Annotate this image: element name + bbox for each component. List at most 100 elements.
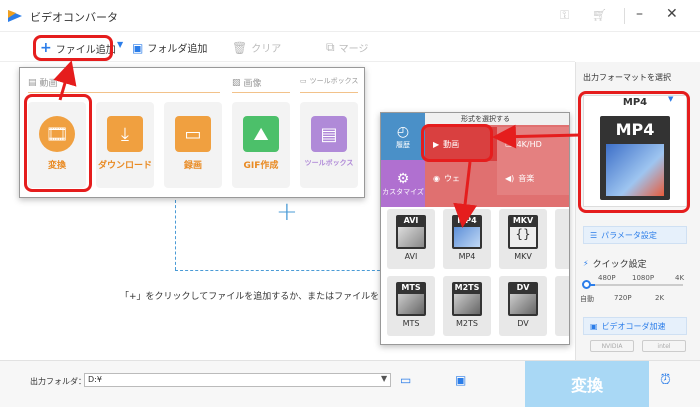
alarm-clock-icon[interactable]: ⏰︎ xyxy=(660,372,671,388)
add-plus-icon[interactable]: + xyxy=(276,197,298,227)
add-folder-label: フォルダ追加 xyxy=(147,44,208,55)
format-m2ts[interactable]: M2TS M2TS xyxy=(443,276,491,336)
bolt-icon: ⚡ xyxy=(583,259,589,268)
category-music-label: 音楽 xyxy=(518,173,535,183)
dv-badge-icon: DV xyxy=(508,282,538,316)
customize-tab[interactable]: ⚙ カスタマイズ xyxy=(381,160,425,207)
highlight-box xyxy=(24,94,92,192)
m2ts-badge-text: M2TS xyxy=(454,283,480,292)
clear-button[interactable]: 🗑︎ クリア xyxy=(232,40,282,56)
section-toolbox: ▭ ツールボックス xyxy=(300,76,358,86)
history-label: 履歴 xyxy=(396,140,410,149)
tile-toolbox[interactable]: ▤ ツールボックス xyxy=(300,102,358,188)
parameter-settings-label: パラメータ設定 xyxy=(601,230,657,240)
m2ts-label: M2TS xyxy=(456,319,478,328)
toolbox-icon: ▤ xyxy=(311,116,347,152)
merge-icon: ⧉ xyxy=(326,40,335,54)
history-tab[interactable]: ◴ 履歴 xyxy=(381,113,425,160)
speaker-icon: ◀) xyxy=(505,173,515,183)
section-image-label: 画像 xyxy=(243,79,262,89)
app-logo-icon xyxy=(8,10,22,22)
history-icon: ◴ xyxy=(396,123,410,140)
nvidia-label: NVIDIA xyxy=(601,342,623,350)
format-mkv[interactable]: MKV{} MKV xyxy=(499,209,547,269)
minimize-icon[interactable]: – xyxy=(636,6,643,22)
clear-label: クリア xyxy=(251,44,282,55)
category-4khd-label: 4K/HD xyxy=(516,139,542,149)
output-folder-field[interactable]: D:¥ xyxy=(84,373,391,387)
dv-badge-text: DV xyxy=(516,283,530,292)
parameter-settings-button[interactable]: ☰ パラメータ設定 xyxy=(583,226,687,244)
mts-badge-icon: MTS xyxy=(396,282,426,316)
drop-hint: 「+」をクリックしてファイルを追加するか、またはファイルをここま xyxy=(120,292,407,302)
customize-icon: ⚙ xyxy=(396,170,410,187)
tile-record-label: 録画 xyxy=(183,161,202,171)
mkv-badge-text: MKV xyxy=(512,216,534,225)
close-icon[interactable]: ✕ xyxy=(666,6,678,22)
film-icon: ▤ xyxy=(28,77,37,88)
add-file-dropdown[interactable]: ▼ xyxy=(117,40,123,49)
chip-icon: ▣ xyxy=(590,321,598,331)
mp4-label: MP4 xyxy=(458,252,476,261)
format-mp4[interactable]: MP4 MP4 xyxy=(443,209,491,269)
slider-label-720p: 720P xyxy=(614,294,632,302)
format-partial[interactable] xyxy=(555,209,569,269)
tile-gif-label: GIF作成 xyxy=(243,161,279,171)
customize-label: カスタマイズ xyxy=(382,187,424,196)
avi-label: AVI xyxy=(404,252,418,261)
slider-label-1080p: 1080P xyxy=(632,274,655,282)
highlight-box xyxy=(421,124,493,162)
avi-badge-icon: AVI xyxy=(396,215,426,249)
intel-label: intel xyxy=(657,342,671,350)
convert-button[interactable]: 変換 xyxy=(525,361,649,407)
highlight-box xyxy=(33,35,113,61)
image-icon: ⛰︎ xyxy=(243,116,279,152)
category-music[interactable]: ◀) 音楽 xyxy=(497,161,569,195)
slider-label-480p: 480P xyxy=(598,274,616,282)
mkv-badge-icon: MKV{} xyxy=(508,215,538,249)
tile-toolbox-label: ツールボックス xyxy=(304,159,354,167)
intel-chip: intel xyxy=(642,340,686,352)
format-mts[interactable]: MTS MTS xyxy=(387,276,435,336)
tile-gif[interactable]: ⛰︎ GIF作成 xyxy=(232,102,290,188)
tile-record[interactable]: ▭ 録画 xyxy=(164,102,222,188)
quick-settings-title: ⚡ クイック設定 xyxy=(583,257,647,270)
quality-slider-knob[interactable] xyxy=(582,280,591,289)
avi-badge-text: AVI xyxy=(403,216,419,225)
drop-border xyxy=(175,200,176,270)
add-folder-button[interactable]: ▣ フォルダ追加 xyxy=(132,40,208,56)
download-icon: ⤓ xyxy=(107,116,143,152)
key-icon[interactable]: ⚿ xyxy=(560,8,569,23)
format-dv[interactable]: DV DV xyxy=(499,276,547,336)
hd-icon: ▭ xyxy=(505,139,513,149)
cart-icon[interactable]: 🛒︎ xyxy=(592,8,607,22)
quality-slider[interactable] xyxy=(585,284,683,286)
category-4khd[interactable]: ▭ 4K/HD xyxy=(497,127,569,161)
hw-accel-button[interactable]: ▣ ビデオコーダ加速 xyxy=(583,317,687,335)
trash-icon: 🗑︎ xyxy=(232,40,248,55)
nvidia-chip: NVIDIA xyxy=(590,340,634,352)
mp4-badge-text: MP4 xyxy=(457,216,477,225)
format-avi[interactable]: AVI AVI xyxy=(387,209,435,269)
mp4-badge-icon: MP4 xyxy=(452,215,482,249)
folder-add-icon: ▣ xyxy=(132,40,144,55)
mts-label: MTS xyxy=(402,319,420,328)
slider-label-auto: 自動 xyxy=(580,295,594,303)
chrome-icon: ◉ xyxy=(433,173,440,183)
drop-border xyxy=(175,270,385,271)
format-partial[interactable] xyxy=(555,276,569,336)
quick-settings-label: クイック設定 xyxy=(592,260,647,270)
mkv-label: MKV xyxy=(514,252,532,261)
divider xyxy=(232,92,290,93)
category-web-label: ウェ xyxy=(443,173,460,183)
highlight-box xyxy=(578,91,690,213)
output-folder-dropdown-icon[interactable]: ▼ xyxy=(381,374,387,383)
divider xyxy=(300,92,358,93)
folder-browse-icon[interactable]: ▭ xyxy=(400,373,411,387)
section-video-label: 動画 xyxy=(39,79,58,89)
tile-download[interactable]: ⤓ ダウンロード xyxy=(96,102,154,188)
category-web[interactable]: ◉ ウェ xyxy=(425,161,497,195)
slider-label-4k: 4K xyxy=(675,274,685,282)
open-folder-icon[interactable]: ▣ xyxy=(455,373,466,387)
merge-button[interactable]: ⧉ マージ xyxy=(326,40,368,55)
